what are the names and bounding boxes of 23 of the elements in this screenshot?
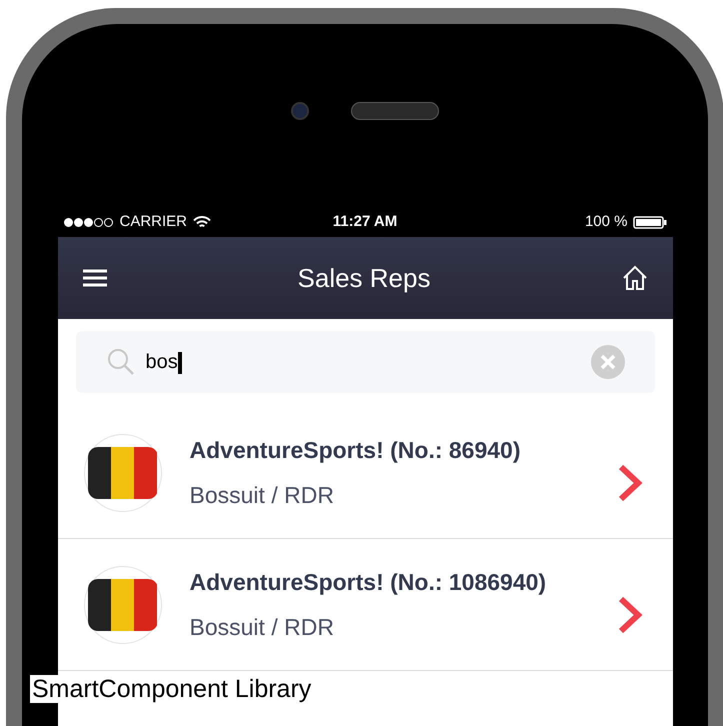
caption-text: SmartComponent Library bbox=[30, 675, 314, 703]
camera-icon bbox=[291, 102, 309, 120]
battery-percent: 100 % bbox=[584, 212, 628, 232]
signal-icon bbox=[64, 218, 114, 226]
speaker-icon bbox=[351, 102, 439, 120]
menu-icon[interactable] bbox=[82, 268, 108, 288]
search-text: bos bbox=[146, 347, 580, 377]
search-field[interactable]: bos bbox=[76, 331, 654, 393]
chevron-right-icon bbox=[616, 596, 642, 634]
search-icon bbox=[106, 347, 136, 377]
chevron-right-icon bbox=[616, 464, 642, 502]
rep-list-item[interactable]: AdventureSports! (No.: 1086940) Bossuit / RDR bbox=[58, 539, 672, 671]
wifi-icon bbox=[193, 216, 212, 228]
rep-location: Bossuit / RDR bbox=[190, 480, 335, 510]
battery-icon bbox=[632, 216, 666, 228]
rep-name: AdventureSports! (No.: 86940) bbox=[190, 436, 522, 465]
screen-title: Sales Reps bbox=[298, 262, 430, 294]
rep-location: Bossuit / RDR bbox=[190, 612, 335, 642]
carrier-label: CARRIER bbox=[120, 212, 188, 232]
rep-list-item[interactable]: AdventureSports! (No.: 86940) Bossuit / RDR bbox=[58, 407, 672, 539]
home-icon[interactable] bbox=[620, 264, 648, 292]
clock-time: 11:27 AM bbox=[332, 212, 398, 232]
rep-name: AdventureSports! (No.: 1086940) bbox=[190, 568, 548, 597]
